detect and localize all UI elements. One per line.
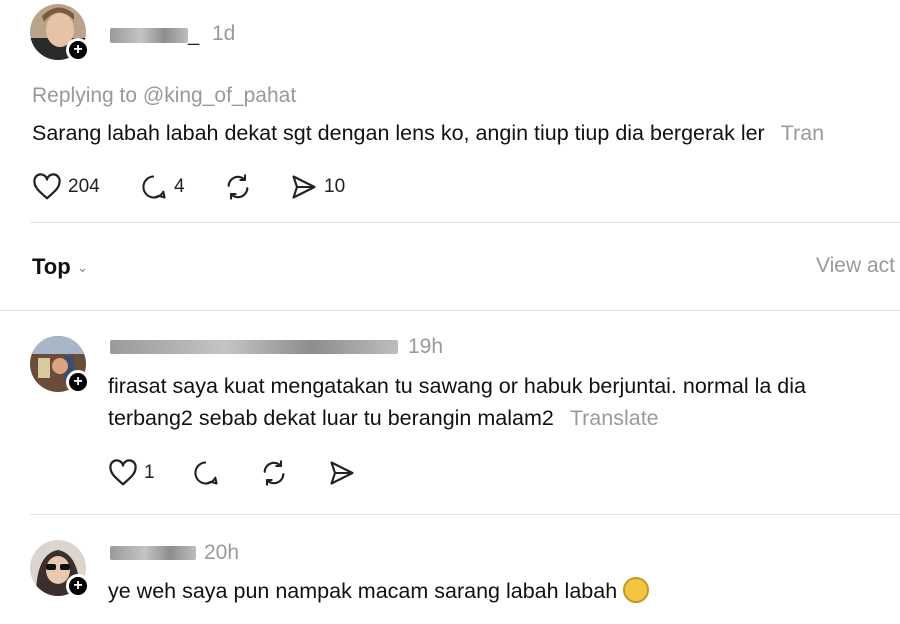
divider <box>0 310 900 311</box>
repost-button[interactable] <box>260 459 288 487</box>
comment-icon <box>142 175 166 199</box>
send-icon <box>330 461 354 485</box>
comment-count: 4 <box>174 176 185 197</box>
comment-time: 20h <box>204 541 240 564</box>
comment-time: 19h <box>408 335 444 358</box>
share-button[interactable]: 10 <box>290 173 345 201</box>
translate-link[interactable]: Tran <box>781 121 824 145</box>
username-suffix[interactable]: _ <box>188 24 199 47</box>
comment-line-2: terbang2 sebab dekat luar tu berangin ma… <box>108 402 806 434</box>
laughing-emoji-icon <box>623 577 650 604</box>
follow-plus-icon[interactable]: + <box>66 370 90 394</box>
username-redacted[interactable] <box>110 340 398 354</box>
repost-icon <box>227 174 249 200</box>
chevron-down-icon: ⌄ <box>76 258 89 275</box>
share-button[interactable] <box>328 459 356 487</box>
like-button[interactable]: 1 <box>108 459 155 487</box>
username-redacted[interactable] <box>110 546 196 560</box>
post-time: 1d <box>212 22 236 45</box>
follow-plus-icon[interactable]: + <box>66 574 90 598</box>
sort-label: Top <box>32 254 71 279</box>
comment-text: ye weh saya pun nampak macam sarang laba… <box>108 575 650 607</box>
post-text: Sarang labah labah dekat sgt dengan lens… <box>32 117 824 149</box>
comment-button[interactable]: 4 <box>140 173 185 201</box>
comment-line: terbang2 sebab dekat luar tu berangin ma… <box>108 406 554 430</box>
post-body: Sarang labah labah dekat sgt dengan lens… <box>32 121 765 145</box>
heart-icon <box>33 173 61 200</box>
repost-button[interactable] <box>224 173 252 201</box>
share-count: 10 <box>324 176 346 197</box>
comment-icon <box>194 461 218 485</box>
divider <box>30 222 900 223</box>
translate-link[interactable]: Translate <box>570 406 659 430</box>
username-redacted[interactable] <box>110 28 188 43</box>
comment-text: firasat saya kuat mengatakan tu sawang o… <box>108 370 806 434</box>
like-count: 1 <box>144 462 155 483</box>
heart-icon <box>109 459 137 486</box>
divider <box>30 514 900 515</box>
like-button[interactable]: 204 <box>32 173 100 201</box>
repost-icon <box>263 460 285 486</box>
replying-to-label[interactable]: Replying to @king_of_pahat <box>32 84 296 108</box>
view-activity-link[interactable]: View act <box>816 254 895 278</box>
comment-line: firasat saya kuat mengatakan tu sawang o… <box>108 374 806 398</box>
follow-plus-icon[interactable]: + <box>66 38 90 62</box>
like-count: 204 <box>68 176 100 197</box>
send-icon <box>292 175 316 199</box>
comment-body: ye weh saya pun nampak macam sarang laba… <box>108 579 618 603</box>
comment-button[interactable] <box>192 459 220 487</box>
sort-dropdown[interactable]: Top ⌄ <box>32 254 88 280</box>
